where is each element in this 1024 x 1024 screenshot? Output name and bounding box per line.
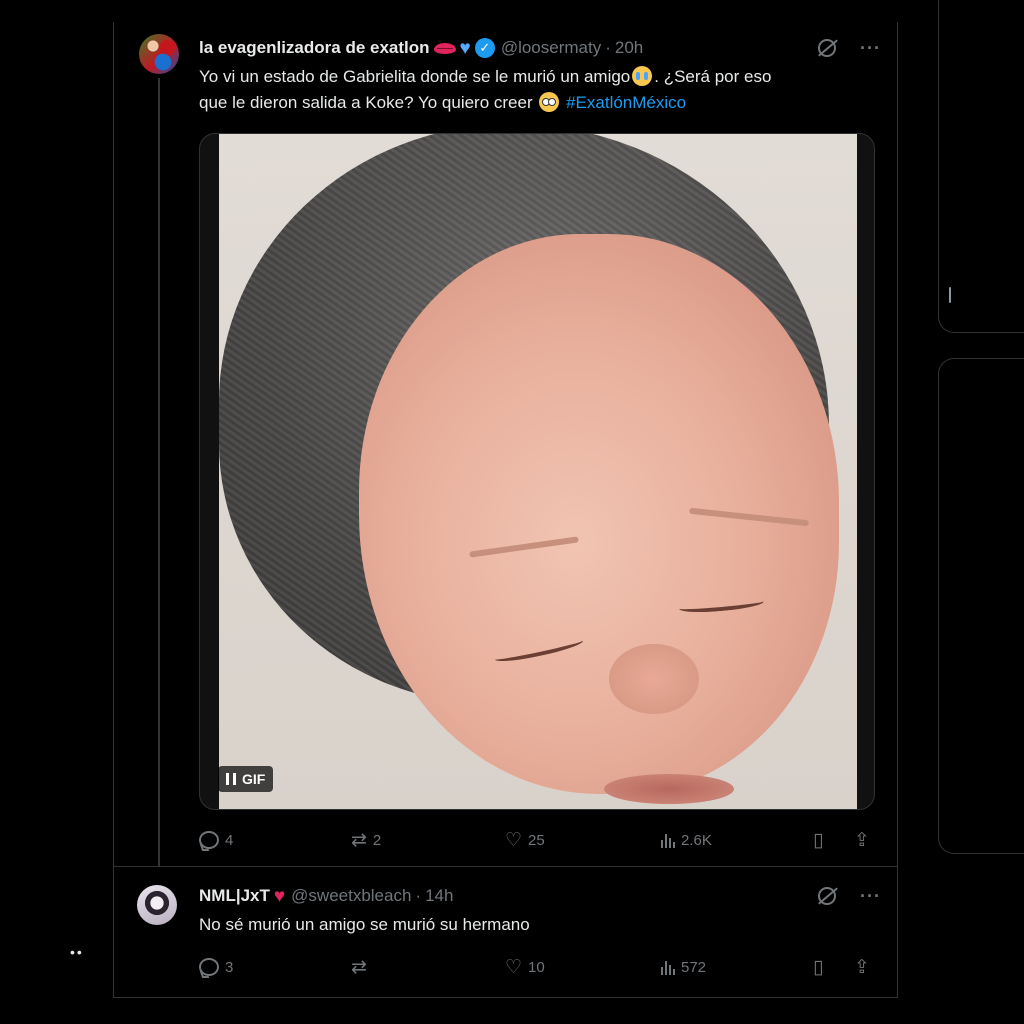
like-icon: ♡: [505, 829, 523, 851]
views-count: 572: [681, 958, 707, 976]
repost-icon: ⇄: [351, 956, 367, 978]
grok-icon[interactable]: [818, 887, 836, 905]
thread-connector-line: [158, 78, 160, 878]
sidebar-card: [938, 358, 1024, 854]
repost-count: 2: [372, 831, 382, 849]
more-icon[interactable]: ···: [860, 38, 881, 59]
bookmark-button[interactable]: ▯: [813, 958, 823, 977]
avatar[interactable]: [139, 34, 179, 74]
separator-dot: ·: [415, 886, 422, 905]
tweet-timestamp[interactable]: 20h: [615, 38, 643, 58]
repost-icon: ⇄: [351, 829, 367, 851]
reply-text: No sé murió un amigo se murió su hermano: [199, 915, 530, 934]
like-icon: ♡: [505, 956, 523, 978]
tweet-media-gif[interactable]: [199, 133, 875, 810]
tweet-text-part: que le dieron salida a Koke? Yo quiero c…: [199, 93, 533, 112]
pause-icon[interactable]: [226, 773, 236, 785]
views-button[interactable]: 572: [661, 959, 706, 976]
like-count: 10: [528, 958, 545, 976]
like-count: 25: [528, 831, 545, 849]
more-menu-dots[interactable]: ••: [70, 944, 84, 960]
grok-icon[interactable]: [818, 39, 836, 57]
column-border-left: [113, 22, 114, 998]
crying-face-emoji-icon: [632, 66, 653, 86]
share-icon: ⇪: [854, 956, 870, 978]
like-button[interactable]: ♡ 10: [505, 958, 545, 977]
author-handle[interactable]: @sweetxbleach: [291, 886, 411, 906]
sidebar-scroll-indicator[interactable]: [949, 287, 951, 303]
share-icon: ⇪: [854, 829, 870, 851]
author-name[interactable]: la evagenlizadora de exatlon: [199, 38, 430, 58]
column-border-right: [897, 22, 898, 998]
separator-dot: ·: [605, 38, 611, 57]
red-heart-emoji-icon: ♥: [273, 885, 286, 907]
reply-count: 4: [225, 831, 234, 849]
reply-header: NML|JxT ♥ @sweetxbleach · 14h: [199, 884, 453, 908]
share-button[interactable]: ⇪: [854, 958, 870, 977]
gif-playback-badge[interactable]: GIF: [218, 766, 274, 792]
views-icon: [661, 959, 675, 975]
pleading-face-emoji-icon: [539, 92, 560, 112]
tweet-action-bar: 4 ⇄ 2 ♡ 25 2.6K ▯ ⇪: [199, 826, 879, 854]
repost-button[interactable]: ⇄: [351, 958, 373, 977]
gif-frame: [219, 134, 857, 809]
author-handle[interactable]: @loosermaty: [501, 38, 601, 58]
tweet-text-part: Yo vi un estado de Gabrielita donde se l…: [199, 67, 631, 86]
timeline-page: •• la evagenlizadora de exatlon ♥ ✓ @loo…: [0, 0, 1024, 1024]
like-button[interactable]: ♡ 25: [505, 831, 545, 850]
reply-count: 3: [225, 958, 234, 976]
reply-icon: [199, 831, 219, 849]
reply-button[interactable]: 4: [199, 831, 233, 849]
verified-badge-icon[interactable]: ✓: [474, 38, 495, 58]
views-button[interactable]: 2.6K: [661, 832, 712, 849]
tweet-timestamp[interactable]: 14h: [425, 886, 453, 906]
lips-emoji-icon: [433, 42, 456, 54]
reply-icon: [199, 958, 219, 976]
avatar[interactable]: [137, 885, 177, 925]
tweet-text: Yo vi un estado de Gabrielita donde se l…: [199, 64, 879, 116]
blue-heart-emoji-icon: ♥: [459, 37, 471, 59]
reply-action-bar: 3 ⇄ ♡ 10 572 ▯ ⇪: [199, 953, 879, 981]
sidebar-card: [938, 0, 1024, 333]
gif-content-face: [359, 234, 839, 794]
gif-label: GIF: [242, 771, 266, 787]
tweet-header: la evagenlizadora de exatlon ♥ ✓ @looser…: [199, 36, 643, 60]
tweet-header-actions: ···: [818, 36, 881, 60]
more-icon[interactable]: ···: [860, 886, 881, 907]
gif-content-nose: [609, 644, 699, 714]
tweet-text-part: . ¿Será por eso: [654, 67, 772, 86]
views-count: 2.6K: [681, 831, 712, 849]
repost-button[interactable]: ⇄ 2: [351, 831, 381, 850]
bookmark-button[interactable]: ▯: [813, 831, 823, 850]
column-border-bottom: [113, 997, 898, 998]
reply-header-actions: ···: [818, 884, 881, 908]
hashtag-link[interactable]: #ExatlónMéxico: [566, 93, 686, 112]
gif-content-mouth: [604, 774, 734, 804]
share-button[interactable]: ⇪: [854, 831, 870, 850]
views-icon: [661, 832, 675, 848]
author-name[interactable]: NML|JxT: [199, 886, 270, 906]
bookmark-icon: ▯: [813, 829, 824, 851]
bookmark-icon: ▯: [813, 956, 824, 978]
reply-button[interactable]: 3: [199, 958, 233, 976]
